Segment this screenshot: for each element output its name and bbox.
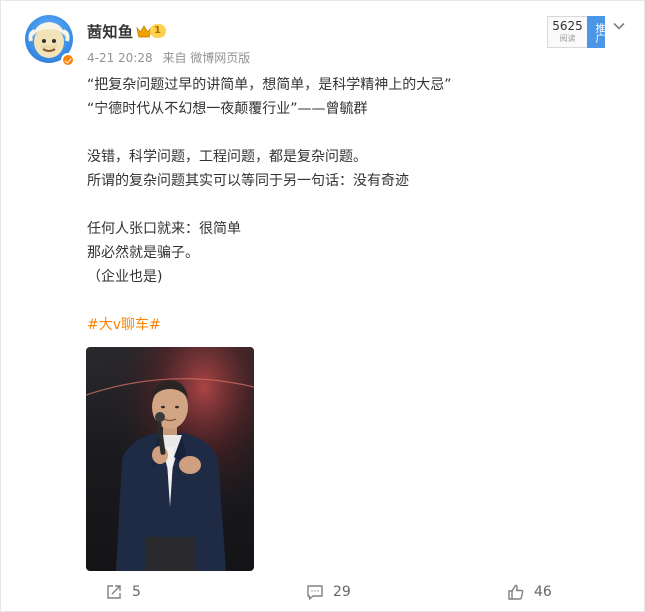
post-line: 任何人张口就来：很简单 bbox=[87, 221, 241, 237]
chevron-down-icon[interactable] bbox=[613, 20, 625, 32]
verified-badge-icon bbox=[61, 53, 75, 67]
post-line: （企业也是) bbox=[87, 269, 163, 285]
comment-icon bbox=[307, 585, 323, 600]
post-line: 没错，科学问题，工程问题，都是复杂问题。 bbox=[87, 149, 367, 165]
post-line: “把复杂问题过早的讲简单，想简单，是科学精神上的大忌” bbox=[87, 77, 452, 93]
post-image[interactable] bbox=[86, 347, 254, 571]
read-count: 5625 阅读 bbox=[547, 16, 587, 48]
post-text: “把复杂问题过早的讲简单，想简单，是科学精神上的大忌” “宁德时代从不幻想一夜颠… bbox=[87, 73, 607, 289]
post-line: “宁德时代从不幻想一夜颠覆行业”——曾毓群 bbox=[87, 101, 368, 117]
read-count-value: 5625 bbox=[552, 19, 583, 33]
post-time[interactable]: 4-21 20:28 bbox=[87, 51, 153, 65]
share-button[interactable]: 5 bbox=[105, 579, 141, 605]
speaker-photo-illustration bbox=[86, 347, 254, 571]
comment-button[interactable]: 29 bbox=[306, 579, 351, 605]
author-name[interactable]: 莤知鱼 bbox=[87, 21, 134, 42]
share-count: 5 bbox=[132, 584, 141, 600]
like-icon bbox=[508, 584, 524, 600]
post-source: 来自 微博网页版 bbox=[162, 51, 251, 65]
hashtag-link[interactable]: #大v聊车# bbox=[87, 314, 161, 334]
post-blank-line bbox=[87, 121, 607, 145]
like-count: 46 bbox=[534, 584, 552, 600]
post-line: 那必然就是骗子。 bbox=[87, 245, 199, 261]
level-badge[interactable]: 1 bbox=[150, 24, 166, 38]
promote-button[interactable]: 推广 bbox=[587, 16, 605, 48]
comment-count: 29 bbox=[333, 584, 351, 600]
share-icon bbox=[107, 585, 121, 599]
post-line: 所谓的复杂问题其实可以等同于另一句话：没有奇迹 bbox=[87, 173, 409, 189]
action-bar: 5 29 46 bbox=[1, 579, 644, 605]
read-count-label: 阅读 bbox=[559, 34, 576, 43]
post-blank-line bbox=[87, 193, 607, 217]
post-meta: 4-21 20:28 来自 微博网页版 bbox=[87, 49, 256, 66]
weibo-post-card: 莤知鱼 1 4-21 20:28 来自 微博网页版 5625 阅读 推广 “把复… bbox=[0, 0, 645, 612]
like-button[interactable]: 46 bbox=[507, 579, 552, 605]
